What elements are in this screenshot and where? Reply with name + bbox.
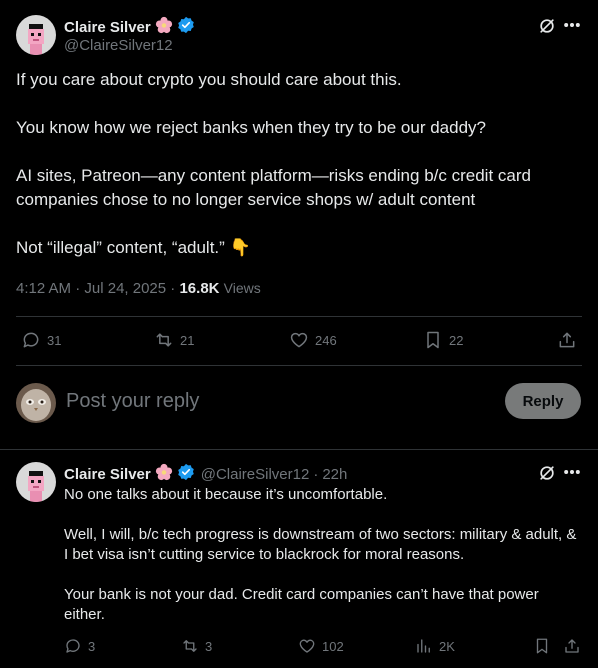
views-count: 2K — [439, 638, 455, 654]
views-action[interactable]: 2K — [415, 637, 455, 655]
verified-badge-icon — [177, 463, 195, 486]
tweet-time[interactable]: 4:12 AM — [16, 280, 71, 297]
divider — [0, 449, 598, 450]
tweet-paragraph: You know how we reject banks when they t… — [16, 118, 486, 137]
repost-icon — [183, 640, 197, 652]
tweet-meta: 4:12 AM · Jul 24, 2025 · 16.8K Views — [16, 280, 261, 297]
share-icon — [565, 639, 579, 653]
divider — [16, 365, 582, 366]
repost-count: 21 — [180, 332, 195, 348]
reply-input[interactable]: Post your reply — [66, 390, 199, 413]
reply-paragraph: No one talks about it because it’s uncom… — [64, 486, 388, 503]
repost-action[interactable]: 3 — [181, 637, 212, 655]
more-options-icon[interactable] — [561, 461, 583, 483]
verified-badge-icon — [177, 16, 195, 39]
author-handle[interactable]: @ClaireSilver12 — [201, 466, 310, 483]
like-count: 102 — [322, 638, 344, 654]
reply-icon — [23, 332, 39, 348]
bookmark-action[interactable]: 22 — [423, 330, 463, 350]
like-action[interactable]: 246 — [289, 330, 337, 350]
tweet-paragraph: AI sites, Patreon—any content platform—r… — [16, 166, 531, 209]
author-handle[interactable]: @ClaireSilver12 — [64, 37, 173, 54]
bookmark-count: 22 — [449, 332, 464, 348]
share-icon — [559, 332, 575, 348]
bookmark-action[interactable] — [533, 637, 551, 655]
like-action[interactable]: 102 — [298, 637, 344, 655]
reply-paragraph: Your bank is not your dad. Credit card c… — [64, 586, 539, 623]
tweet-date[interactable]: Jul 24, 2025 — [84, 280, 166, 297]
tweet-text: If you care about crypto you should care… — [16, 68, 582, 260]
reply-count: 31 — [47, 332, 62, 348]
flower-emoji-icon — [155, 463, 173, 486]
analytics-icon — [417, 639, 430, 653]
reply-paragraph: Well, I will, b/c tech progress is downs… — [64, 526, 577, 563]
repost-count: 3 — [205, 638, 213, 654]
reply-action[interactable]: 3 — [64, 637, 95, 655]
tweet-paragraph: Not “illegal” content, “adult.” 👇 — [16, 238, 251, 257]
reply-text: No one talks about it because it’s uncom… — [64, 485, 582, 625]
reply-icon — [66, 639, 80, 653]
reply-button[interactable]: Reply — [505, 383, 581, 419]
more-options-icon[interactable] — [561, 14, 583, 36]
reply-action[interactable]: 31 — [21, 330, 61, 350]
grok-icon[interactable] — [536, 15, 558, 37]
views-label: Views — [223, 280, 261, 296]
reply-count: 3 — [88, 638, 96, 654]
author-avatar[interactable] — [16, 462, 56, 502]
repost-action[interactable]: 21 — [154, 330, 194, 350]
repost-icon — [156, 333, 172, 347]
author-name[interactable]: Claire Silver — [64, 19, 151, 36]
reply-time[interactable]: 22h — [322, 466, 347, 483]
grok-icon[interactable] — [536, 462, 558, 484]
share-action[interactable] — [563, 637, 581, 655]
like-count: 246 — [315, 332, 337, 348]
user-avatar[interactable] — [16, 383, 56, 423]
divider — [16, 316, 582, 317]
flower-emoji-icon — [155, 16, 173, 39]
share-action[interactable] — [557, 330, 577, 350]
views-count: 16.8K — [179, 280, 220, 297]
bookmark-icon — [536, 638, 548, 654]
author-name[interactable]: Claire Silver — [64, 466, 151, 483]
heart-icon — [290, 332, 308, 348]
heart-icon — [299, 639, 315, 653]
bookmark-icon — [427, 331, 439, 349]
tweet-paragraph: If you care about crypto you should care… — [16, 70, 402, 89]
author-avatar[interactable] — [16, 15, 56, 55]
